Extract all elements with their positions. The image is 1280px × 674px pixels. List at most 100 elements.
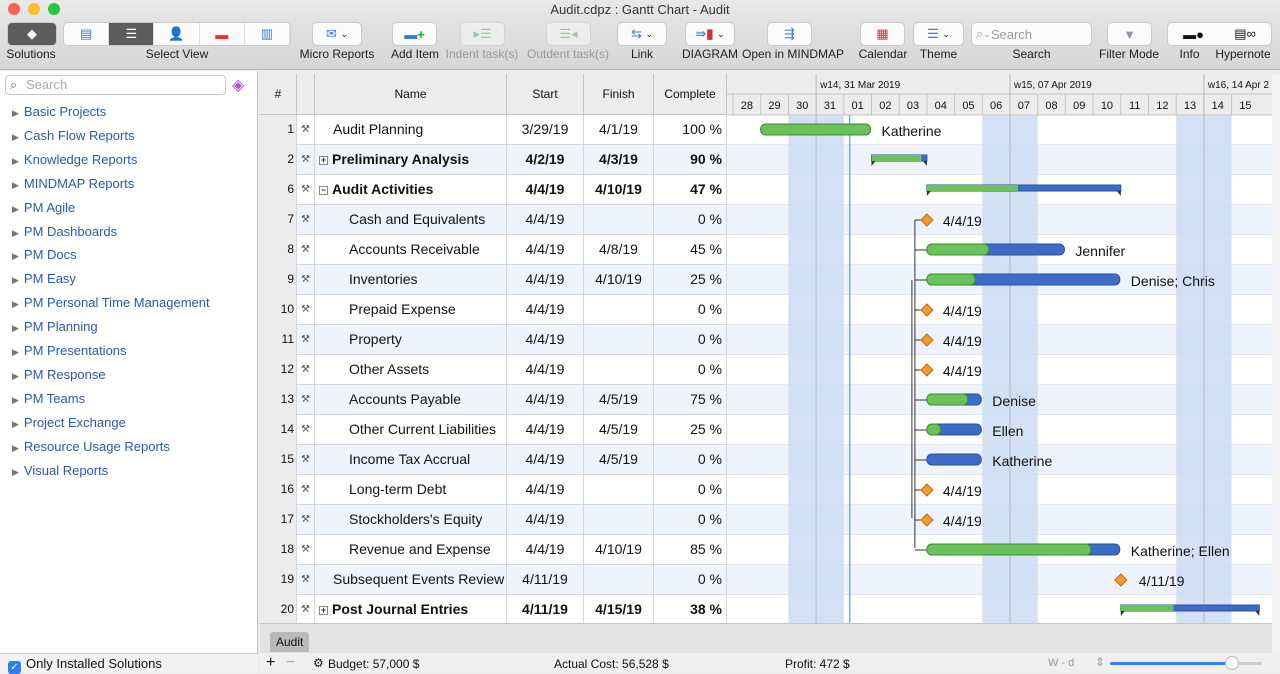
task-start[interactable]: 4/4/19 — [507, 475, 584, 505]
task-complete[interactable]: 25 % — [654, 265, 727, 295]
sidebar-item[interactable]: ▶ PM Easy — [12, 271, 76, 286]
column-header-num[interactable]: # — [260, 74, 297, 115]
calendar-button[interactable]: ▦ — [860, 22, 905, 46]
task-name[interactable]: Subsequent Events Review — [315, 565, 507, 595]
sidebar-item[interactable]: ▶ Basic Projects — [12, 104, 106, 119]
disclosure-triangle-icon[interactable]: ▶ — [12, 108, 19, 118]
view-gantt-icon[interactable]: ☰ — [109, 23, 155, 45]
disclosure-triangle-icon[interactable]: ▶ — [12, 467, 19, 477]
disclosure-triangle-icon[interactable]: ▶ — [12, 323, 19, 333]
tab-audit[interactable]: Audit — [270, 632, 310, 652]
task-finish[interactable]: 4/5/19 — [584, 445, 654, 475]
add-item-button[interactable]: ▬+ — [392, 22, 437, 46]
task-complete[interactable]: 0 % — [654, 505, 727, 535]
zoom-slider-knob[interactable] — [1224, 656, 1239, 670]
task-finish[interactable]: 4/10/19 — [584, 535, 654, 565]
sidebar-item[interactable]: ▶ PM Presentations — [12, 343, 127, 358]
sidebar-item[interactable]: ▶ PM Docs — [12, 247, 77, 262]
diagram-button[interactable]: ⇛▮ ⌄ — [685, 22, 735, 46]
task-complete[interactable]: 0 % — [654, 475, 727, 505]
task-finish[interactable] — [584, 205, 654, 235]
expand-icon[interactable]: + — [319, 606, 328, 615]
table-row[interactable]: 10 ⚒ Prepaid Expense 4/4/19 0 % — [260, 295, 727, 325]
remove-button[interactable]: − — [286, 654, 295, 672]
task-finish[interactable]: 4/5/19 — [584, 415, 654, 445]
task-name[interactable]: Audit Planning — [315, 115, 507, 145]
table-row[interactable]: 9 ⚒ Inventories 4/4/19 4/10/19 25 % — [260, 265, 727, 295]
task-start[interactable]: 4/11/19 — [507, 595, 584, 625]
task-start[interactable]: 4/4/19 — [507, 325, 584, 355]
task-name[interactable]: Property — [315, 325, 507, 355]
sidebar-item[interactable]: ▶ Cash Flow Reports — [12, 128, 134, 143]
task-finish[interactable]: 4/1/19 — [584, 115, 654, 145]
table-row[interactable]: 18 ⚒ Revenue and Expense 4/4/19 4/10/19 85 % — [260, 535, 727, 565]
table-row[interactable]: 17 ⚒ Stockholders's Equity 4/4/19 0 % — [260, 505, 727, 535]
task-name[interactable]: Income Tax Accrual — [315, 445, 507, 475]
task-complete[interactable]: 0 % — [654, 565, 727, 595]
table-row[interactable]: 14 ⚒ Other Current Liabilities 4/4/19 4/5/19… — [260, 415, 727, 445]
sidebar-item[interactable]: ▶ PM Planning — [12, 319, 98, 334]
task-name[interactable]: + Preliminary Analysis — [315, 145, 507, 175]
sidebar-item[interactable]: ▶ PM Personal Time Management — [12, 295, 210, 310]
solutions-button[interactable]: ◆ — [7, 22, 57, 46]
filter-mode-button[interactable]: ▼ — [1107, 22, 1152, 46]
micro-reports-button[interactable]: ✉ ⌄ — [312, 22, 362, 46]
disclosure-triangle-icon[interactable]: ▶ — [12, 419, 19, 429]
task-name[interactable]: Stockholders's Equity — [315, 505, 507, 535]
sidebar-item[interactable]: ▶ Project Exchange — [12, 415, 126, 430]
task-complete[interactable]: 45 % — [654, 235, 727, 265]
disclosure-triangle-icon[interactable]: ▶ — [12, 132, 19, 142]
column-header-name[interactable]: Name — [315, 74, 507, 115]
disclosure-triangle-icon[interactable]: ▶ — [12, 180, 19, 190]
table-row[interactable]: 15 ⚒ Income Tax Accrual 4/4/19 4/5/19 0 % — [260, 445, 727, 475]
table-row[interactable]: 6 ⚒ − Audit Activities 4/4/19 4/10/19 47 % — [260, 175, 727, 205]
expand-icon[interactable]: + — [319, 156, 328, 165]
table-row[interactable]: 20 ⚒ + Post Journal Entries 4/11/19 4/15/19 38… — [260, 595, 727, 625]
task-finish[interactable]: 4/5/19 — [584, 385, 654, 415]
task-complete[interactable]: 0 % — [654, 295, 727, 325]
table-row[interactable]: 12 ⚒ Other Assets 4/4/19 0 % — [260, 355, 727, 385]
task-complete[interactable]: 0 % — [654, 205, 727, 235]
sidebar-item[interactable]: ▶ PM Response — [12, 367, 106, 382]
sidebar-item[interactable]: ▶ PM Teams — [12, 391, 85, 406]
task-name[interactable]: Other Current Liabilities — [315, 415, 507, 445]
task-finish[interactable] — [584, 475, 654, 505]
task-complete[interactable]: 25 % — [654, 415, 727, 445]
disclosure-triangle-icon[interactable]: ▶ — [12, 371, 19, 381]
task-name[interactable]: − Audit Activities — [315, 175, 507, 205]
task-finish[interactable] — [584, 505, 654, 535]
task-start[interactable]: 4/4/19 — [507, 445, 584, 475]
task-finish[interactable] — [584, 325, 654, 355]
task-complete[interactable]: 47 % — [654, 175, 727, 205]
task-complete[interactable]: 0 % — [654, 325, 727, 355]
task-start[interactable]: 4/11/19 — [507, 565, 584, 595]
timescale-stepper[interactable]: ⇕ — [1095, 655, 1105, 669]
sidebar-search-input[interactable]: ⌕ Search — [5, 75, 226, 95]
add-button[interactable]: + — [266, 654, 275, 672]
indent-button[interactable]: ▸☰ — [460, 22, 505, 46]
disclosure-triangle-icon[interactable]: ▶ — [12, 275, 19, 285]
task-complete[interactable]: 38 % — [654, 595, 727, 625]
task-finish[interactable]: 4/8/19 — [584, 235, 654, 265]
task-finish[interactable]: 4/3/19 — [584, 145, 654, 175]
task-start[interactable]: 4/4/19 — [507, 415, 584, 445]
task-start[interactable]: 4/4/19 — [507, 385, 584, 415]
task-start[interactable]: 3/29/19 — [507, 115, 584, 145]
table-row[interactable]: 7 ⚒ Cash and Equivalents 4/4/19 0 % — [260, 205, 727, 235]
column-header-finish[interactable]: Finish — [584, 74, 654, 115]
collapse-icon[interactable]: − — [319, 186, 328, 195]
sidebar-item[interactable]: ▶ PM Dashboards — [12, 224, 117, 239]
sidebar-item[interactable]: ▶ Resource Usage Reports — [12, 439, 170, 454]
sidebar-item[interactable]: ▶ Knowledge Reports — [12, 152, 137, 167]
column-header-start[interactable]: Start — [507, 74, 584, 115]
theme-button[interactable]: ☰ ⌄ — [913, 22, 964, 46]
task-start[interactable]: 4/4/19 — [507, 295, 584, 325]
link-button[interactable]: ⇆ ⌄ — [617, 22, 667, 46]
view-list-icon[interactable]: ▤ — [64, 23, 110, 45]
task-name[interactable]: Revenue and Expense — [315, 535, 507, 565]
task-start[interactable]: 4/4/19 — [507, 205, 584, 235]
view-document-icon[interactable]: ▥ — [245, 23, 290, 45]
disclosure-triangle-icon[interactable]: ▶ — [12, 299, 19, 309]
task-finish[interactable] — [584, 295, 654, 325]
sidebar-item[interactable]: ▶ PM Agile — [12, 200, 75, 215]
